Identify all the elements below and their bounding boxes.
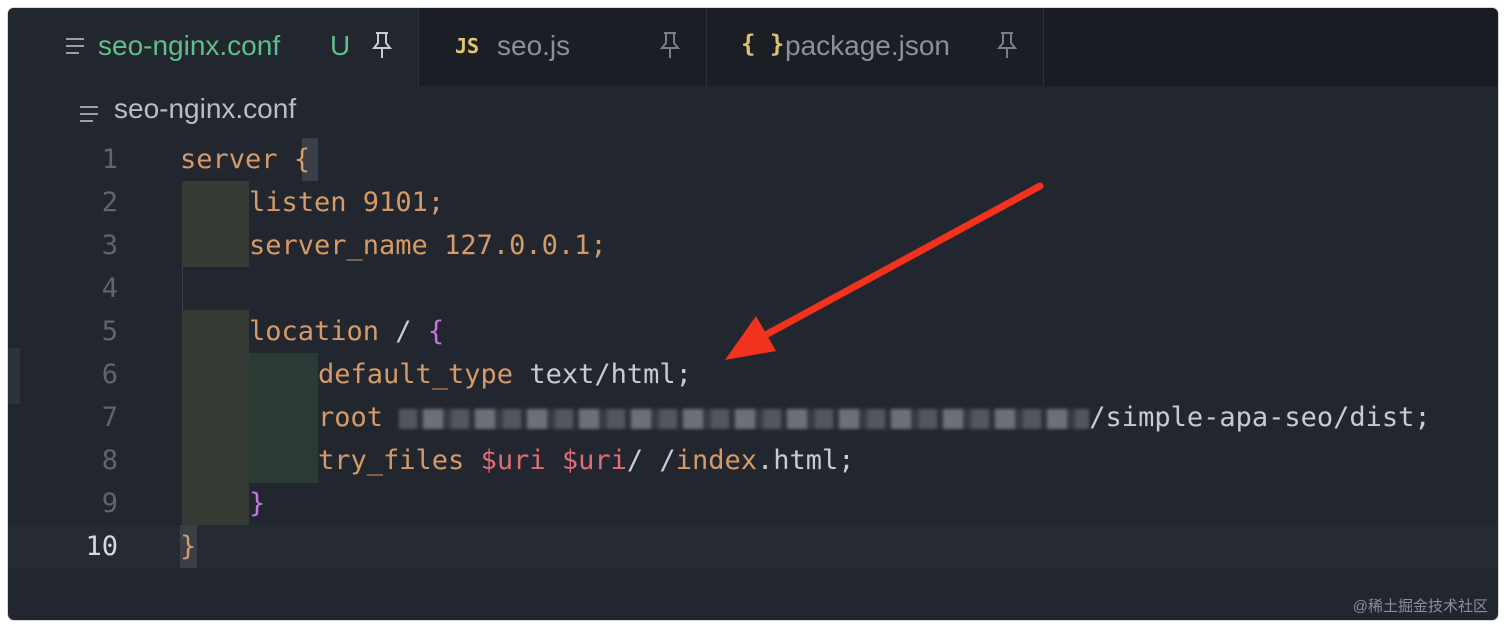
code-text: default_type text/html;: [318, 359, 692, 390]
redacted-path: [399, 408, 1090, 429]
code-line: 5 location / {: [8, 310, 1498, 353]
line-number: 6: [101, 359, 118, 390]
line-number: 8: [101, 445, 118, 476]
line-number: 4: [101, 273, 118, 304]
breadcrumb[interactable]: seo-nginx.conf: [8, 86, 1498, 136]
tab-label: seo.js: [497, 30, 571, 61]
line-number: 1: [101, 144, 118, 175]
tab-label: package.json: [785, 30, 951, 61]
watermark: @稀土掘金技术社区: [1352, 598, 1488, 615]
js-file-icon: JS: [455, 34, 480, 58]
code-text: root /simple-apa-seo/dist;: [318, 402, 1431, 433]
code-line: 8 try_files $uri $uri/ /index.html;: [8, 439, 1498, 482]
code-text: try_files $uri $uri/ /index.html;: [318, 445, 855, 476]
code-text: server_name 127.0.0.1;: [249, 230, 607, 261]
code-line: 6 default_type text/html;: [8, 353, 1498, 396]
line-number: 9: [101, 488, 118, 519]
tab-package-json[interactable]: { } package.json: [707, 8, 1044, 86]
file-menu-icon: [66, 38, 84, 54]
pin-icon[interactable]: [370, 30, 394, 60]
tab-label: seo-nginx.conf: [98, 30, 281, 61]
line-number: 5: [101, 316, 118, 347]
tab-seo-js[interactable]: JS seo.js: [419, 8, 707, 86]
tab-status-badge: U: [330, 30, 351, 61]
line-number: 10: [85, 531, 118, 562]
tab-seo-nginx-conf[interactable]: seo-nginx.conf U: [8, 8, 419, 86]
editor-window: seo-nginx.conf U JS seo.js { } package.j…: [8, 8, 1498, 620]
line-number: 7: [101, 402, 118, 433]
json-file-icon: { }: [741, 30, 785, 58]
code-line: 10 }: [8, 525, 1498, 568]
line-number: 2: [101, 187, 118, 218]
code-text: }: [249, 488, 266, 519]
file-menu-icon: [80, 106, 98, 122]
code-text: }: [180, 531, 197, 562]
code-line: 2 listen 9101;: [8, 181, 1498, 224]
pin-icon[interactable]: [995, 30, 1019, 60]
tab-bar: seo-nginx.conf U JS seo.js { } package.j…: [8, 8, 1498, 86]
code-text: server {: [180, 144, 311, 175]
code-text: location / {: [249, 316, 445, 347]
code-line: 4: [8, 267, 1498, 310]
code-line: 3 server_name 127.0.0.1;: [8, 224, 1498, 267]
pin-icon[interactable]: [658, 30, 682, 60]
code-line: 1 server {: [8, 138, 1498, 181]
code-line: 9 }: [8, 482, 1498, 525]
line-number: 3: [101, 230, 118, 261]
code-text: listen 9101;: [249, 187, 445, 218]
code-line: 7 root /simple-apa-seo/dist;: [8, 396, 1498, 439]
code-editor[interactable]: 1 server { 2 listen 9101; 3 server_name …: [8, 138, 1498, 618]
breadcrumb-file[interactable]: seo-nginx.conf: [114, 93, 296, 125]
